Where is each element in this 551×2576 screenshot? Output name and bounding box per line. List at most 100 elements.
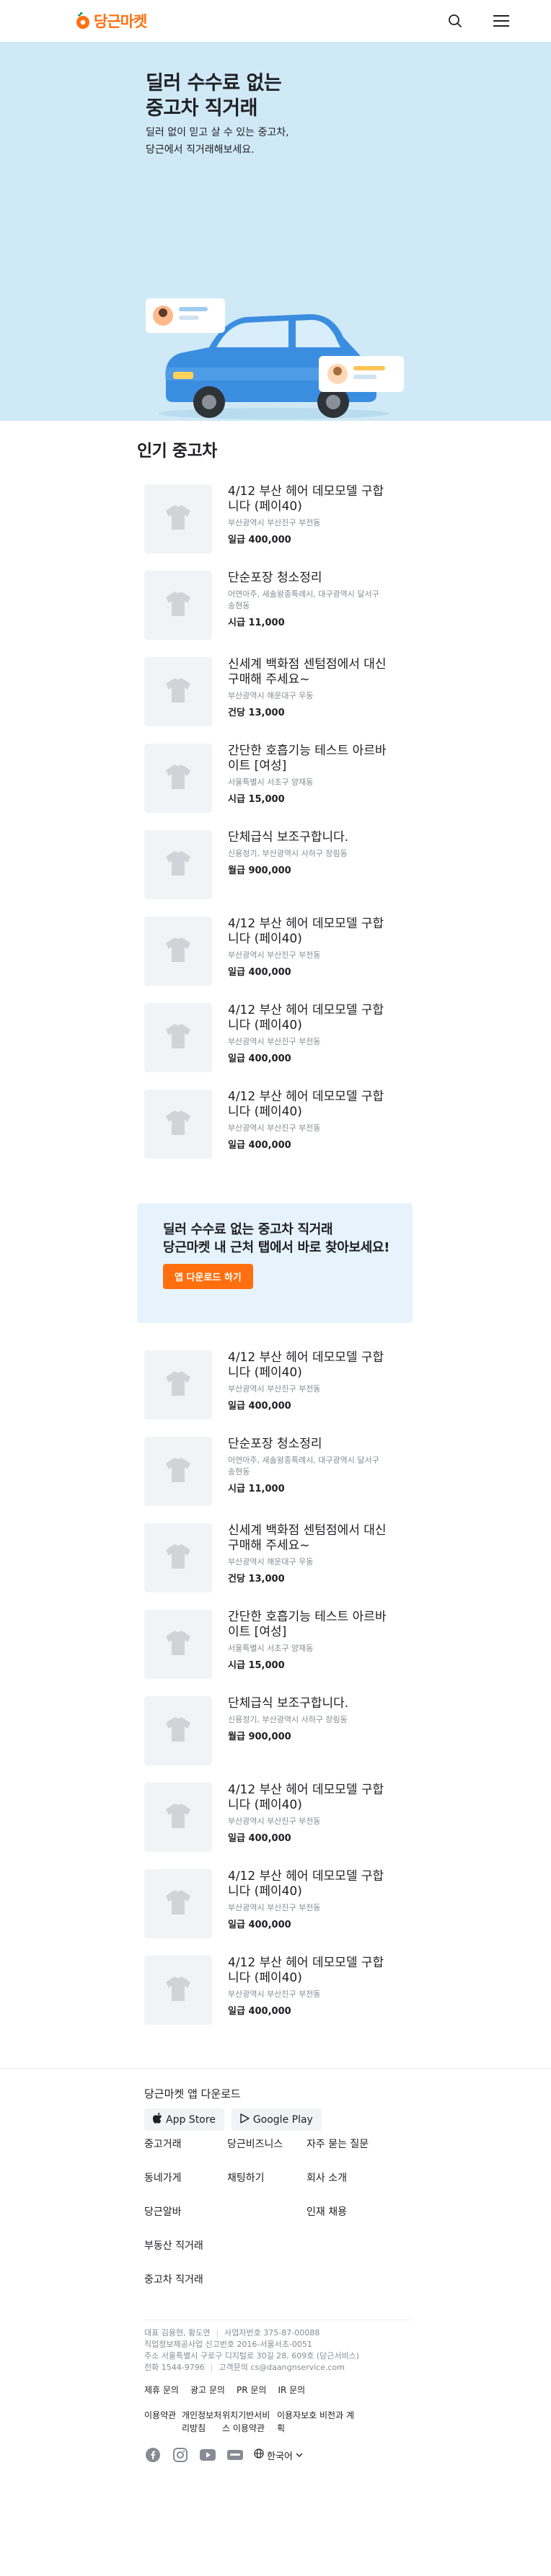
globe-icon [254,2448,264,2461]
footer-link[interactable]: 당근알바 [144,2204,227,2220]
biz-number: 사업자번호 375-87-00088 [224,2328,320,2337]
item-title: 4/12 부산 헤어 데모모델 구합니다 (페이40) [228,1783,384,1812]
item-location: 서울특별시 서초구 양재동 [228,1644,314,1653]
footer-link[interactable]: 중고차 직거래 [144,2272,227,2288]
item-location: 부산광역시 부산진구 부전동 [228,1989,321,1999]
policy-link[interactable]: 이용자보호 비전과 계획 [277,2409,356,2435]
logo-text: 당근마켓 [94,13,147,30]
footer-links: 중고거래 당근비즈니스 자주 묻는 질문동네가게 채팅하기 회사 소개당근알바 인재 채용… [144,2136,404,2288]
footer-link[interactable]: 중고거래 [144,2136,227,2152]
list-item[interactable]: 4/12 부산 헤어 데모모델 구합니다 (페이40) 부산광역시 부산진구 부전… [144,1783,418,1869]
shirt-icon [162,1453,195,1489]
list-item[interactable]: 간단한 호흡기능 테스트 아르바이트 [여성] 서울특별시 서초구 양재동 시급 1… [144,744,418,830]
footer-link[interactable]: 회사 소개 [307,2170,393,2186]
inquiry-links: 제휴 문의 광고 문의 PR 문의 IR 문의 [144,2384,551,2396]
item-location: 부산광역시 해운대구 우동 [228,1557,314,1566]
blog-icon[interactable] [226,2446,244,2464]
shirt-icon [162,1972,195,2008]
footer-link-empty [307,2238,393,2254]
instagram-icon[interactable] [172,2446,189,2464]
footer-link[interactable]: 채팅하기 [227,2170,307,2186]
shirt-icon [162,760,195,796]
item-title: 4/12 부산 헤어 데모모델 구합니다 (페이40) [228,1956,384,1985]
list-item[interactable]: 4/12 부산 헤어 데모모델 구합니다 (페이40) 부산광역시 부산진구 부전… [144,1956,418,2042]
footer-divider [144,2319,411,2320]
item-thumbnail [144,1523,212,1592]
item-price: 일급 400,000 [228,1833,291,1844]
item-title: 단체급식 보조구합니다. [228,830,349,844]
footer-link[interactable]: 부동산 직거래 [144,2238,227,2254]
youtube-icon[interactable] [199,2446,216,2464]
footer: 당근마켓 앱 다운로드 App Store Google Play 중고거래 당근… [0,2068,551,2485]
item-price: 건당 13,000 [228,1574,285,1585]
search-icon[interactable] [446,12,464,30]
policy-link[interactable]: 개인정보처리방침 [182,2409,222,2435]
item-thumbnail [144,1003,212,1072]
google-play-button[interactable]: Google Play [231,2108,322,2131]
list-item[interactable]: 4/12 부산 헤어 데모모델 구합니다 (페이40) 부산광역시 부산진구 부전… [144,484,418,571]
list-item[interactable]: 간단한 호흡기능 테스트 아르바이트 [여성] 서울특별시 서초구 양재동 시급 1… [144,1610,418,1696]
list-item[interactable]: 단순포장 청소정리 어연아주, 새솔왕종특례시, 대구광역시 달서구 송현동 시급 … [144,571,418,657]
item-location: 어연아주, 새솔왕종특례시, 대구광역시 달서구 송현동 [228,1456,379,1476]
business-info: 대표 김용현, 황도연 | 사업자번호 375-87-00088 직업정보제공사업 … [144,2327,404,2374]
list-item[interactable]: 4/12 부산 헤어 데모모델 구합니다 (페이40) 부산광역시 부산진구 부전… [144,1350,418,1437]
item-location: 부산광역시 부산진구 부전동 [228,1384,321,1394]
item-location: 부산광역시 부산진구 부전동 [228,1037,321,1046]
item-thumbnail [144,1696,212,1765]
list-item[interactable]: 단체급식 보조구합니다. 신용정기, 부산광역시 사하구 장림동 월급 900,00… [144,830,418,917]
shirt-icon [162,933,195,969]
item-title: 신세계 백화점 센텀점에서 대신 구매해 주세요~ [228,657,387,687]
shirt-icon [162,674,195,710]
apple-icon [152,2113,162,2126]
shirt-icon [162,1020,195,1056]
section-title: 인기 중고차 [137,442,217,460]
item-location: 부산광역시 부산진구 부전동 [228,1903,321,1912]
item-title: 4/12 부산 헤어 데모모델 구합니다 (페이40) [228,1869,384,1899]
language-select[interactable]: 한국어 [254,2448,303,2462]
carrot-logo-icon [75,12,91,30]
footer-link-empty [227,2238,307,2254]
app-store-button[interactable]: App Store [144,2108,224,2131]
policy-link[interactable]: IR 문의 [278,2384,305,2396]
footer-link[interactable]: 자주 묻는 질문 [307,2136,393,2152]
list-item[interactable]: 4/12 부산 헤어 데모모델 구합니다 (페이40) 부산광역시 부산진구 부전… [144,917,418,1003]
item-location: 부산광역시 부산진구 부전동 [228,1123,321,1133]
list-item[interactable]: 4/12 부산 헤어 데모모델 구합니다 (페이40) 부산광역시 부산진구 부전… [144,1869,418,1956]
item-thumbnail [144,1869,212,1938]
shirt-icon [162,1540,195,1576]
policy-link[interactable]: 이용약관 [144,2409,182,2435]
app-store-label: App Store [166,2113,216,2126]
shirt-icon [162,1886,195,1922]
list-item[interactable]: 신세계 백화점 센텀점에서 대신 구매해 주세요~ 부산광역시 해운대구 우동 건당… [144,657,418,744]
app-download-button[interactable]: 앱 다운로드 하기 [163,1264,253,1289]
footer-link[interactable]: 당근비즈니스 [227,2136,307,2152]
item-price: 일급 400,000 [228,1053,291,1064]
footer-link[interactable]: 인재 채용 [307,2204,393,2220]
policy-link[interactable]: 위치기반서비스 이용약관 [222,2409,277,2435]
list-item[interactable]: 단순포장 청소정리 어연아주, 새솔왕종특례시, 대구광역시 달서구 송현동 시급 … [144,1437,418,1523]
shirt-icon [162,1713,195,1749]
item-title: 4/12 부산 헤어 데모모델 구합니다 (페이40) [228,1003,384,1033]
policy-link[interactable]: PR 문의 [237,2384,266,2396]
list-item[interactable]: 4/12 부산 헤어 데모모델 구합니다 (페이40) 부산광역시 부산진구 부전… [144,1089,418,1176]
policy-link[interactable]: 광고 문의 [190,2384,225,2396]
shirt-icon [162,587,195,623]
google-play-label: Google Play [252,2113,313,2126]
item-price: 월급 900,000 [228,1732,291,1742]
car-list: 4/12 부산 헤어 데모모델 구합니다 (페이40) 부산광역시 부산진구 부전… [144,484,418,1176]
shirt-icon [162,847,195,883]
footer-link[interactable]: 동네가게 [144,2170,227,2186]
list-item[interactable]: 신세계 백화점 센텀점에서 대신 구매해 주세요~ 부산광역시 해운대구 우동 건당… [144,1523,418,1610]
item-location: 부산광역시 부산진구 부전동 [228,1817,321,1826]
menu-icon[interactable] [492,12,511,30]
list-item[interactable]: 단체급식 보조구합니다. 신용정기, 부산광역시 사하구 장림동 월급 900,00… [144,1696,418,1783]
item-price: 일급 400,000 [228,1920,291,1930]
list-item[interactable]: 4/12 부산 헤어 데모모델 구합니다 (페이40) 부산광역시 부산진구 부전… [144,1003,418,1089]
policy-link[interactable]: 제휴 문의 [144,2384,179,2396]
item-location: 신용정기, 부산광역시 사하구 장림동 [228,849,348,858]
logo[interactable]: 당근마켓 [75,10,147,32]
item-location: 부산광역시 부산진구 부전동 [228,518,321,527]
car-list: 4/12 부산 헤어 데모모델 구합니다 (페이40) 부산광역시 부산진구 부전… [144,1350,418,2042]
item-location: 부산광역시 해운대구 우동 [228,691,314,700]
facebook-icon[interactable] [144,2446,162,2464]
